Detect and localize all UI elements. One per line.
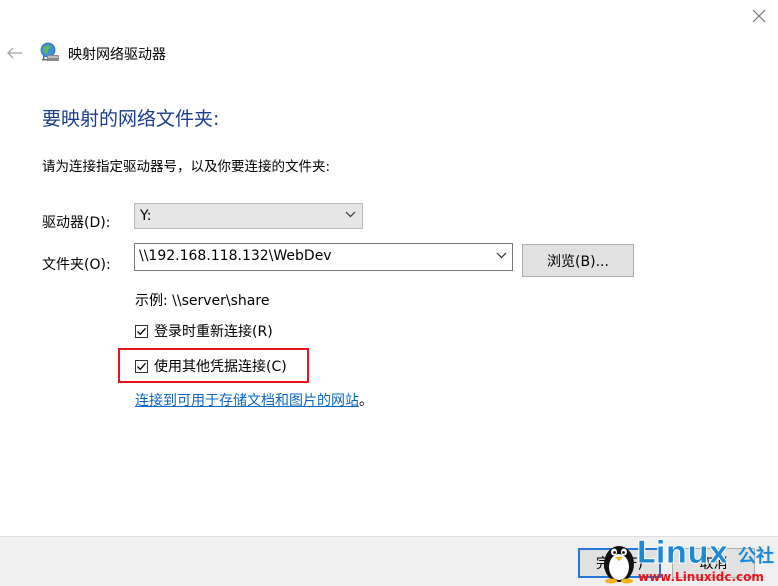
close-icon — [752, 9, 766, 23]
credentials-checkbox[interactable] — [135, 359, 148, 373]
drive-letter-select[interactable]: Y: — [134, 203, 363, 229]
folder-label: 文件夹(O): — [42, 257, 111, 273]
back-button[interactable] — [2, 40, 28, 66]
instruction-text: 请为连接指定驱动器号，以及你要连接的文件夹: — [42, 159, 331, 175]
credentials-label: 使用其他凭据连接(C) — [154, 359, 287, 375]
checkmark-icon — [137, 362, 146, 370]
example-text: 示例: \\server\share — [135, 293, 270, 309]
chevron-down-icon — [345, 211, 356, 218]
watermark-suffix: 公社 — [738, 546, 774, 567]
chevron-down-icon — [496, 252, 507, 259]
watermark: Linux 公社 www.Linuxidc.com — [600, 536, 778, 586]
link-suffix: 。 — [359, 393, 373, 409]
folder-combo-input[interactable]: \\192.168.118.132\WebDev — [134, 243, 513, 271]
watermark-brand: Linux — [635, 535, 729, 571]
folder-path-value: \\192.168.118.132\WebDev — [139, 248, 332, 264]
page-heading: 要映射的网络文件夹: — [42, 108, 220, 130]
back-arrow-icon — [7, 47, 22, 59]
credentials-checkbox-row[interactable]: 使用其他凭据连接(C) — [135, 356, 287, 376]
drive-label: 驱动器(D): — [42, 215, 111, 231]
reconnect-label: 登录时重新连接(R) — [154, 324, 273, 340]
window-title: 映射网络驱动器 — [68, 47, 166, 63]
close-button[interactable] — [744, 2, 774, 30]
drive-letter-value: Y: — [140, 208, 152, 224]
network-drive-icon — [39, 42, 61, 64]
penguin-logo-icon — [604, 546, 634, 584]
reconnect-checkbox[interactable] — [135, 324, 148, 338]
watermark-url: www.Linuxidc.com — [638, 570, 764, 584]
website-link[interactable]: 连接到可用于存储文档和图片的网站 — [135, 393, 359, 409]
reconnect-checkbox-row[interactable]: 登录时重新连接(R) — [135, 321, 273, 341]
checkmark-icon — [137, 327, 146, 335]
website-link-line: 连接到可用于存储文档和图片的网站。 — [135, 390, 373, 410]
browse-button[interactable]: 浏览(B)... — [522, 244, 634, 277]
